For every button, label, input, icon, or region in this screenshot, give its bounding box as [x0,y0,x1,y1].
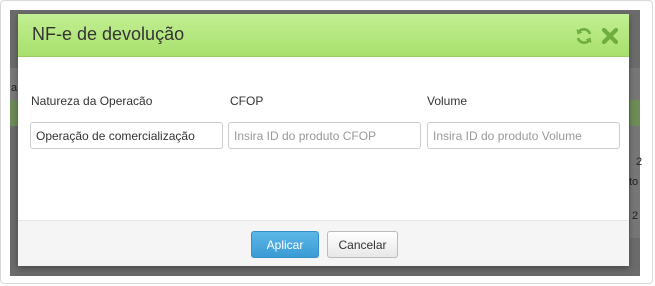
cfop-input[interactable] [228,122,421,149]
volume-label: Volume [427,94,468,108]
natureza-label: Natureza da Operacão [31,94,153,108]
background-right-green-strip [630,100,640,126]
cfop-label: CFOP [230,94,264,108]
dialog-footer: Aplicar Cancelar [18,220,629,266]
background-text: 2 [632,210,639,222]
dialog-header: NF-e de devolução [18,14,629,57]
background-text: to [629,176,639,188]
background-text: a [11,82,18,94]
nfe-devolucao-dialog: NF-e de devolução Natureza da Operacão C… [18,14,629,266]
close-icon[interactable] [601,27,619,45]
apply-button[interactable]: Aplicar [251,231,319,258]
background-text: 2 [636,156,643,168]
dialog-title: NF-e de devolução [32,24,185,44]
refresh-icon[interactable] [575,27,593,45]
natureza-input[interactable] [30,122,223,149]
cancel-button[interactable]: Cancelar [327,231,398,258]
volume-input[interactable] [427,122,620,149]
